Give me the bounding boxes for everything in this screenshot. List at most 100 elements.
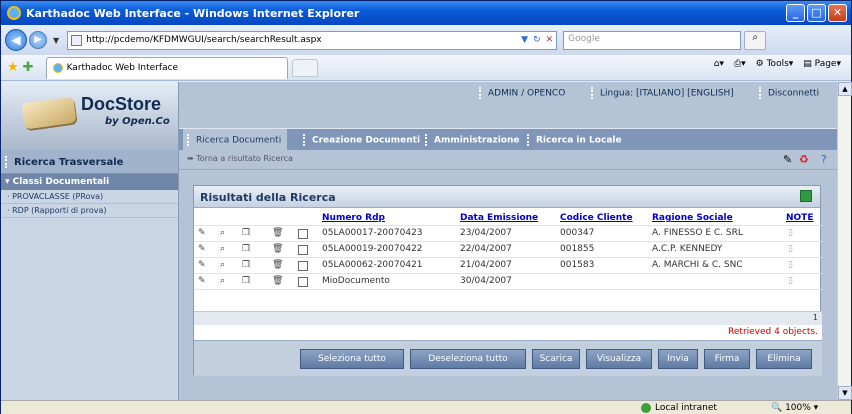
back-to-results-link[interactable]: ➥ Torna a risultato Ricerca	[187, 154, 293, 163]
results-panel: Risultati della Ricerca Numero Rdp Data …	[193, 185, 822, 376]
tab-ie-icon	[52, 63, 63, 73]
deselect-all-button[interactable]: Deseleziona tutto	[410, 349, 526, 369]
sidebar-header[interactable]: Ricerca Trasversale	[1, 150, 178, 174]
favorites-star-icon[interactable]: ★	[7, 60, 19, 75]
maximize-button[interactable]: □	[807, 4, 826, 22]
sidebar: Ricerca Trasversale ▾ Classi Documentali…	[1, 150, 179, 400]
note-icon[interactable]: ▯	[788, 276, 793, 286]
address-bar[interactable]: http://pcdemo/KFDMWGUI/search/searchResu…	[67, 30, 558, 50]
edit-icon[interactable]: ✎	[198, 276, 206, 286]
search-icon[interactable]: ⌕	[220, 228, 225, 238]
row-checkbox[interactable]	[298, 277, 308, 287]
help-icon[interactable]: ?	[821, 153, 827, 166]
zoom-level[interactable]: 🔍 100% ▾	[771, 403, 818, 413]
column-header[interactable]: NOTE	[786, 213, 813, 223]
pen-icon[interactable]: ✎	[783, 153, 792, 166]
browser-tab[interactable]: Karthadoc Web Interface	[45, 56, 288, 79]
edit-icon[interactable]: ✎	[198, 244, 206, 254]
top-bar: ADMIN / OPENCO Lingua: [ITALIANO] [ENGLI…	[179, 82, 837, 104]
copy-icon[interactable]: ❐	[242, 228, 250, 238]
delete-icon[interactable]: 🗑	[272, 260, 283, 270]
search-input[interactable]: Google	[563, 30, 742, 50]
results-table: Numero Rdp Data Emissione Codice Cliente…	[194, 211, 822, 290]
results-title: Risultati della Ricerca	[194, 186, 820, 208]
column-header[interactable]: Ragione Sociale	[652, 213, 733, 223]
tab-title: Karthadoc Web Interface	[66, 63, 179, 73]
language-selector[interactable]: Lingua: [ITALIANO] [ENGLISH]	[591, 87, 734, 99]
edit-icon[interactable]: ✎	[198, 260, 206, 270]
row-checkbox[interactable]	[298, 229, 308, 239]
status-row: Retrieved 4 objects.	[194, 325, 822, 340]
table-header-row: Numero Rdp Data Emissione Codice Cliente…	[194, 211, 822, 226]
row-checkbox[interactable]	[298, 261, 308, 271]
row-checkbox[interactable]	[298, 245, 308, 255]
page-menu[interactable]: ▤ Page▾	[803, 59, 841, 69]
note-icon[interactable]: ▯	[788, 228, 793, 238]
user-info: ADMIN / OPENCO	[479, 87, 565, 99]
copy-icon[interactable]: ❐	[242, 276, 250, 286]
stop-icon[interactable]: ✕	[546, 35, 554, 45]
scroll-up-icon[interactable]: ▲	[838, 82, 852, 96]
menu-ricerca-locale[interactable]: Ricerca in Locale	[527, 134, 622, 146]
history-dropdown-icon[interactable]: ▼	[53, 36, 59, 45]
cell-numero: 05LA00019-20070422	[322, 244, 423, 254]
page-number[interactable]: 1	[813, 313, 818, 322]
dropdown-icon[interactable]: ▼	[521, 35, 528, 45]
menu-amministrazione[interactable]: Amministrazione	[425, 134, 520, 146]
vertical-scrollbar[interactable]: ▲ ▼	[837, 82, 852, 400]
view-button[interactable]: Visualizza	[586, 349, 652, 369]
note-icon[interactable]: ▯	[788, 244, 793, 254]
print-icon[interactable]: ⎙▾	[734, 59, 746, 69]
send-button[interactable]: Invia	[658, 349, 698, 369]
delete-icon[interactable]: 🗑	[272, 244, 283, 254]
delete-button[interactable]: Elimina	[756, 349, 812, 369]
security-zone: Local intranet	[641, 402, 717, 413]
cell-numero: 05LA00017-20070423	[322, 228, 423, 238]
menu-ricerca-documenti[interactable]: Ricerca Documenti	[183, 129, 288, 151]
table-row: ✎ ⌕ ❐ 🗑 05LA00017-20070423 23/04/2007 00…	[194, 226, 822, 242]
copy-icon[interactable]: ❐	[242, 244, 250, 254]
table-row: ✎ ⌕ ❐ 🗑 05LA00062-20070421 21/04/2007 00…	[194, 258, 822, 274]
sidebar-section[interactable]: ▾ Classi Documentali	[1, 174, 178, 190]
back-button[interactable]: ◀	[5, 29, 27, 51]
page-icon	[71, 34, 83, 46]
page-content: DocStore by Open.Co ADMIN / OPENCO Lingu…	[1, 82, 837, 400]
cell-numero: MioDocumento	[322, 276, 390, 286]
table-row: ✎ ⌕ ❐ 🗑 05LA00019-20070422 22/04/2007 00…	[194, 242, 822, 258]
sidebar-item-rdp[interactable]: · RDP (Rapporti di prova)	[1, 204, 178, 218]
minimize-button[interactable]: _	[786, 4, 805, 22]
download-button[interactable]: Scarica	[532, 349, 580, 369]
close-button[interactable]: ✕	[828, 4, 847, 22]
new-tab-button[interactable]	[291, 58, 318, 77]
delete-icon[interactable]: 🗑	[272, 276, 283, 286]
table-row: ✎ ⌕ ❐ 🗑 MioDocumento 30/04/2007 ▯	[194, 274, 822, 290]
url-text[interactable]: http://pcdemo/KFDMWGUI/search/searchResu…	[86, 35, 516, 45]
sidebar-item-provaclasse[interactable]: · PROVACLASSE (PRova)	[1, 190, 178, 204]
add-favorite-icon[interactable]: ✚	[23, 60, 34, 75]
search-icon[interactable]: ⌕	[220, 260, 225, 270]
copy-icon[interactable]: ❐	[242, 260, 250, 270]
logout-link[interactable]: Disconnetti	[759, 87, 819, 99]
edit-icon[interactable]: ✎	[198, 228, 206, 238]
search-icon[interactable]: ⌕	[220, 244, 225, 254]
tools-menu[interactable]: ⚙ Tools▾	[756, 59, 794, 69]
menu-creazione-documenti[interactable]: Creazione Documenti	[303, 134, 420, 146]
home-icon[interactable]: ⌂▾	[714, 59, 724, 69]
delete-icon[interactable]: 🗑	[272, 228, 283, 238]
forward-button[interactable]: ▶	[29, 31, 47, 49]
column-header[interactable]: Data Emissione	[460, 213, 538, 223]
search-icon[interactable]: ⌕	[220, 276, 225, 286]
search-icon[interactable]: ⌕	[744, 30, 767, 50]
column-header[interactable]: Numero Rdp	[322, 213, 385, 223]
refresh-icon[interactable]: ♻	[799, 153, 809, 166]
favorites-bar: ★ ✚ Karthadoc Web Interface ⌂▾ ⎙▾ ⚙ Tool…	[1, 55, 851, 81]
export-excel-icon[interactable]	[800, 190, 812, 202]
sign-button[interactable]: Firma	[704, 349, 750, 369]
refresh-icon[interactable]: ↻	[533, 35, 541, 45]
cell-codice: 001583	[560, 260, 595, 270]
select-all-button[interactable]: Seleziona tutto	[300, 349, 404, 369]
note-icon[interactable]: ▯	[788, 260, 793, 270]
action-bar: Seleziona tutto Deseleziona tutto Scaric…	[194, 340, 822, 376]
scroll-down-icon[interactable]: ▼	[838, 386, 852, 400]
column-header[interactable]: Codice Cliente	[560, 213, 633, 223]
